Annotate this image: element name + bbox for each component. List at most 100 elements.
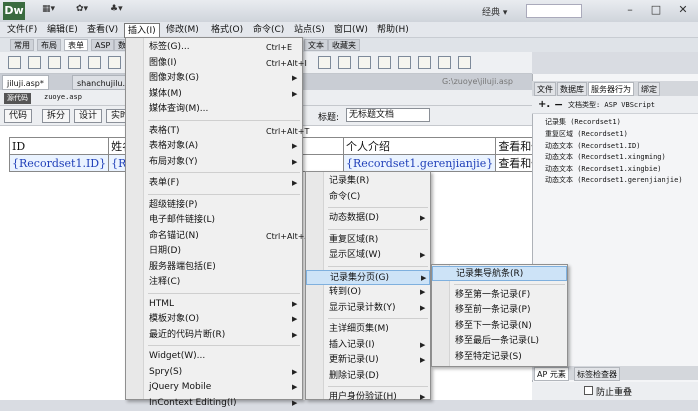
list-item[interactable]: 动态文本 (Recordset1.ID) [545, 141, 640, 151]
menu-item[interactable]: InContext Editing(I) ▶ [126, 396, 302, 411]
menu-item[interactable]: 标签(G)... Ctrl+E [126, 40, 302, 55]
menu-item[interactable]: 记录集导航条(R) [432, 266, 567, 281]
tab-text[interactable]: 文本 [304, 39, 328, 51]
list-item[interactable]: 重复区域 (Recordset1) [545, 129, 628, 139]
menu-item[interactable]: 媒体(M) ▶ [126, 87, 302, 102]
menu-item[interactable]: Widget(W)... [126, 349, 302, 364]
form-icon[interactable] [8, 56, 21, 69]
table-cell[interactable]: {Recordset1.gerenjianjie} [342, 154, 497, 172]
menu-item[interactable]: 命令(C) [306, 190, 430, 205]
prevent-overlap-checkbox[interactable] [584, 386, 593, 395]
spry-validation-icon[interactable] [338, 56, 351, 69]
spry-password-icon[interactable] [398, 56, 411, 69]
menu-item[interactable]: 删除记录(D) [306, 369, 430, 384]
menu-item[interactable]: 显示区域(W) ▶ [306, 248, 430, 263]
source-code-badge[interactable]: 源代码 [4, 93, 31, 104]
menu-item[interactable]: 媒体查询(M)... [126, 102, 302, 117]
menu-item[interactable]: 更新记录(U) ▶ [306, 353, 430, 368]
menu-item[interactable]: 显示记录计数(Y) ▶ [306, 301, 430, 316]
textfield-icon[interactable] [28, 56, 41, 69]
menu-item[interactable]: 表格(T) Ctrl+Alt+T [126, 124, 309, 139]
code-view-button[interactable]: 代码 [4, 109, 33, 123]
table-cell[interactable]: ID [8, 137, 110, 155]
menu-insert[interactable]: 插入(I) [124, 23, 160, 38]
menu-item[interactable]: 模板对象(O) ▶ [126, 312, 302, 327]
menu-item[interactable]: 注释(C) [126, 275, 302, 290]
menu-format[interactable]: 格式(O) [208, 23, 246, 37]
spry-radio-icon[interactable] [438, 56, 451, 69]
list-item[interactable]: 动态文本 (Recordset1.xingming) [545, 152, 666, 162]
related-file[interactable]: zuoye.asp [44, 93, 82, 101]
workspace-switcher[interactable]: 经典 ▾ [482, 5, 507, 18]
site-dropdown-icon[interactable]: ♣▾ [110, 4, 123, 18]
tab-layout[interactable]: 布局 [37, 39, 61, 51]
menu-item[interactable]: 插入记录(I) ▶ [306, 338, 430, 353]
checkbox-icon[interactable] [88, 56, 101, 69]
add-behavior-button[interactable]: +. [538, 99, 550, 110]
menu-item[interactable]: 重复区域(R) [306, 233, 430, 248]
tab-tag-inspector[interactable]: 标签检查器 [574, 367, 620, 381]
image-field-icon[interactable] [318, 56, 331, 69]
menu-item[interactable]: 转到(O) ▶ [306, 285, 430, 300]
menu-item[interactable]: 图像(I) Ctrl+Alt+I [126, 56, 307, 71]
menu-item[interactable]: 日期(D) [126, 244, 302, 259]
menu-item[interactable]: Spry(S) ▶ [126, 365, 302, 380]
remove-behavior-button[interactable]: − [554, 98, 563, 111]
menu-item[interactable]: 表格对象(A) ▶ [126, 139, 302, 154]
menu-item[interactable]: 表单(F) ▶ [126, 176, 302, 191]
menu-item[interactable]: HTML ▶ [126, 297, 302, 312]
design-view-button[interactable]: 设计 [74, 109, 103, 123]
minimize-button[interactable]: – [617, 1, 643, 19]
hidden-field-icon[interactable] [48, 56, 61, 69]
menu-item[interactable]: 记录集(R) [306, 174, 430, 189]
menu-file[interactable]: 文件(F) [4, 23, 40, 37]
tab-files[interactable]: 文件 [534, 82, 556, 96]
menu-item[interactable]: 用户身份验证(H) ▶ [306, 390, 430, 405]
tab-common[interactable]: 常用 [10, 39, 34, 51]
list-item[interactable]: 动态文本 (Recordset1.xingbie) [545, 164, 662, 174]
table-cell[interactable]: 个人介绍 [342, 137, 497, 155]
menu-item[interactable]: 移至特定记录(S) [432, 350, 567, 365]
menu-window[interactable]: 窗口(W) [331, 23, 371, 37]
menu-item[interactable]: 移至前一条记录(P) [432, 303, 567, 318]
menu-item[interactable]: 服务器端包括(E) [126, 260, 302, 275]
tab-forms[interactable]: 表单 [64, 39, 88, 51]
menu-item[interactable]: 最近的代码片断(R) ▶ [126, 328, 302, 343]
help-search-input[interactable] [526, 4, 582, 18]
menu-item[interactable]: 命名锚记(N) Ctrl+Alt+A [126, 229, 310, 244]
menu-item[interactable]: jQuery Mobile ▶ [126, 380, 302, 395]
layout-dropdown-icon[interactable]: ▦▾ [42, 4, 55, 18]
tab-jiluji[interactable]: jiluji.asp* [2, 75, 49, 90]
menu-edit[interactable]: 编辑(E) [44, 23, 81, 37]
tab-bindings[interactable]: 绑定 [638, 82, 660, 96]
maximize-button[interactable]: □ [643, 1, 669, 19]
list-item[interactable]: 记录集 (Recordset1) [545, 117, 621, 127]
menu-commands[interactable]: 命令(C) [250, 23, 287, 37]
menu-help[interactable]: 帮助(H) [374, 23, 412, 37]
menu-item[interactable]: 动态数据(D) ▶ [306, 211, 430, 226]
menu-item[interactable]: 移至下一条记录(N) [432, 319, 567, 334]
menu-site[interactable]: 站点(S) [291, 23, 328, 37]
menu-modify[interactable]: 修改(M) [163, 23, 202, 37]
menu-item[interactable]: 主详细页集(M) [306, 322, 430, 337]
tab-asp[interactable]: ASP [91, 39, 115, 51]
menu-item[interactable]: 布局对象(Y) ▶ [126, 155, 302, 170]
close-button[interactable]: ✕ [670, 1, 696, 19]
spry-confirm-icon[interactable] [418, 56, 431, 69]
menu-item[interactable]: 超级链接(P) [126, 198, 302, 213]
tab-ap-elements[interactable]: AP 元素 [534, 367, 569, 381]
tab-server-behaviors[interactable]: 服务器行为 [588, 82, 634, 96]
menu-item[interactable]: 移至最后一条记录(L) [432, 334, 567, 349]
extend-dropdown-icon[interactable]: ✿▾ [76, 4, 88, 18]
tab-databases[interactable]: 数据库 [557, 82, 587, 96]
menu-item[interactable]: 电子邮件链接(L) [126, 213, 302, 228]
radio-icon[interactable] [108, 56, 121, 69]
spry-textarea-icon[interactable] [458, 56, 471, 69]
menu-view[interactable]: 查看(V) [84, 23, 121, 37]
spry-select-icon[interactable] [378, 56, 391, 69]
menu-item[interactable]: 记录集分页(G) ▶ [306, 269, 430, 285]
title-input[interactable]: 无标题文档 [346, 108, 430, 122]
textarea-icon[interactable] [68, 56, 81, 69]
table-cell[interactable]: {Recordset1.ID} [8, 154, 110, 172]
menu-item[interactable]: 图像对象(G) ▶ [126, 71, 302, 86]
